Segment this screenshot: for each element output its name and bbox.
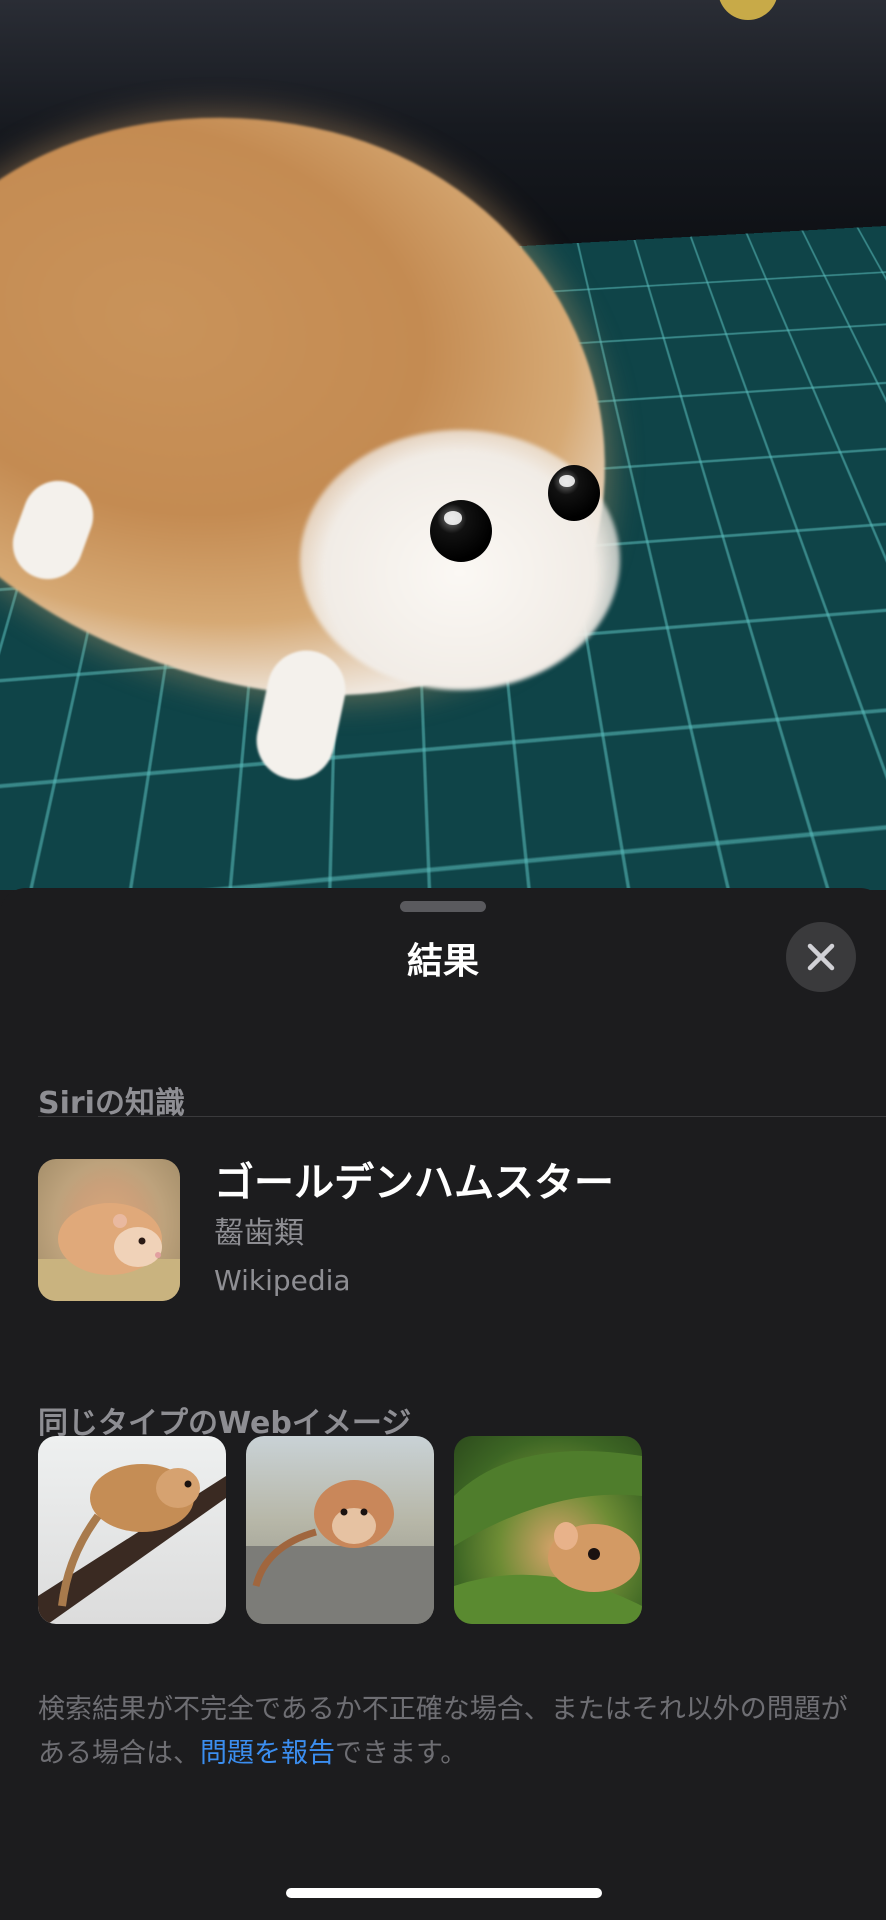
sheet-title: 結果 (406, 941, 479, 982)
knowledge-category: 齧歯類 (214, 1216, 304, 1251)
felt-hamster-eye-left (430, 500, 492, 562)
web-image-1[interactable] (38, 1436, 226, 1624)
web-image-2[interactable] (246, 1436, 434, 1624)
knowledge-thumbnail (38, 1159, 180, 1301)
disclaimer-text: 検索結果が不完全であるか不正確な場合、またはそれ以外の問題がある場合は、問題を報… (38, 1688, 858, 1776)
close-icon (807, 943, 835, 971)
report-problem-link[interactable]: 問題を報告 (200, 1738, 335, 1769)
sheet-grabber[interactable] (400, 901, 486, 912)
disclaimer-after: できます。 (335, 1738, 468, 1769)
web-image-3[interactable] (454, 1436, 642, 1624)
close-button[interactable] (786, 922, 856, 992)
divider (38, 1116, 886, 1117)
results-sheet: 結果 Siriの知識 ゴールデンハムスター 齧歯類 Wikipedia 同じタイ… (0, 888, 886, 1920)
photo-preview (0, 0, 886, 890)
home-indicator[interactable] (286, 1888, 602, 1898)
knowledge-source: Wikipedia (214, 1264, 351, 1297)
felt-hamster-eye-right (548, 465, 600, 521)
knowledge-title: ゴールデンハムスター (214, 1160, 614, 1206)
